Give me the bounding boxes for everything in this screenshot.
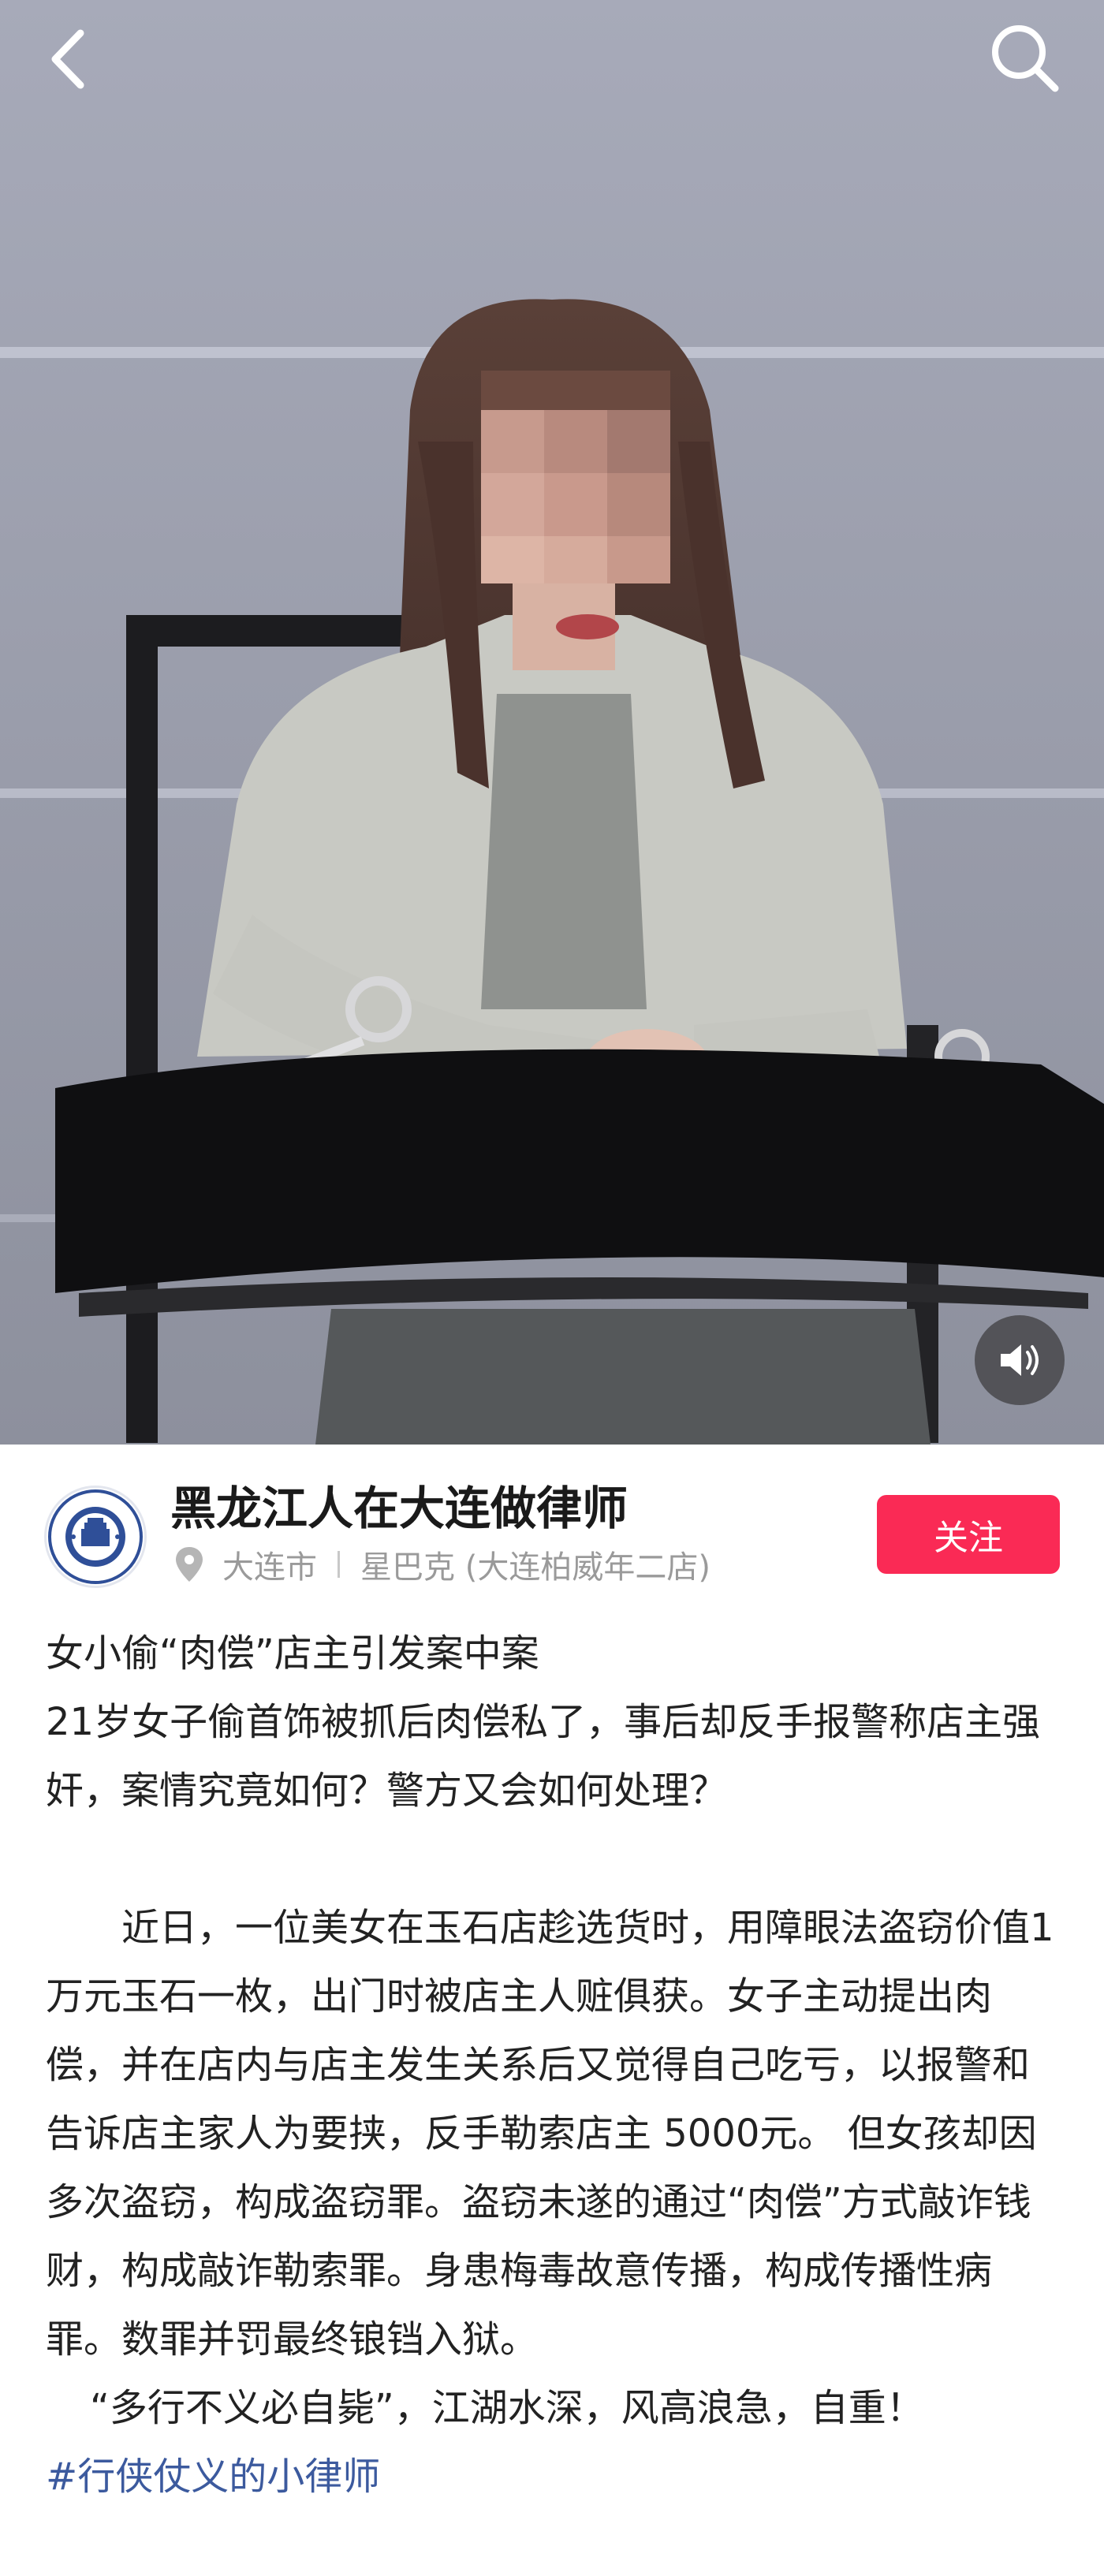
author-name[interactable]: 黑龙江人在大连做律师 xyxy=(170,1471,628,1538)
post-photo[interactable] xyxy=(0,0,1104,1445)
back-button[interactable] xyxy=(39,24,103,95)
chevron-left-icon xyxy=(51,29,84,89)
sound-toggle-button[interactable] xyxy=(975,1315,1065,1405)
author-avatar[interactable] xyxy=(44,1486,147,1588)
location-city: 大连市 xyxy=(222,1549,317,1586)
post-detail-page: 黑龙江人在大连做律师 大连市 星巴克 (大连柏威年二店) 关注 女小偷“肉偿”店… xyxy=(0,0,1104,2576)
location-info[interactable]: 大连市 星巴克 (大连柏威年二店) xyxy=(173,1541,711,1588)
hashtag-link[interactable]: #行侠仗义的小律师 xyxy=(46,2455,380,2499)
search-icon xyxy=(992,25,1059,92)
post-content: 女小偷“肉偿”店主引发案中案 21岁女子偷首饰被抓后肉偿私了，事后却反手报警称店… xyxy=(46,1620,1063,2511)
pixelated-face xyxy=(481,371,670,583)
post-paragraph: 近日，一位美女在玉石店趁选货时，用障眼法盗窃价值1万元玉石一枚，出门时被店主人赃… xyxy=(46,1906,1054,2362)
chinese-lawyer-logo xyxy=(48,1489,143,1584)
post-closing-line: “多行不义必自毙”，江湖水深，风高浪急，自重！ xyxy=(90,2386,924,2430)
speaker-icon xyxy=(1001,1344,1039,1376)
search-button[interactable] xyxy=(986,19,1065,98)
location-pin-icon xyxy=(176,1547,203,1582)
follow-button[interactable]: 关注 xyxy=(877,1495,1060,1574)
post-title: 女小偷“肉偿”店主引发案中案 xyxy=(46,1631,539,1676)
location-place: 星巴克 (大连柏威年二店) xyxy=(360,1549,711,1586)
location-separator xyxy=(338,1551,340,1578)
author-bar: 黑龙江人在大连做律师 大连市 星巴克 (大连柏威年二店) 关注 xyxy=(0,1445,1104,1618)
post-subtitle: 21岁女子偷首饰被抓后肉偿私了，事后却反手报警称店主强奸，案情究竟如何？警方又会… xyxy=(46,1700,1041,1813)
photo-scene xyxy=(0,0,1104,1445)
